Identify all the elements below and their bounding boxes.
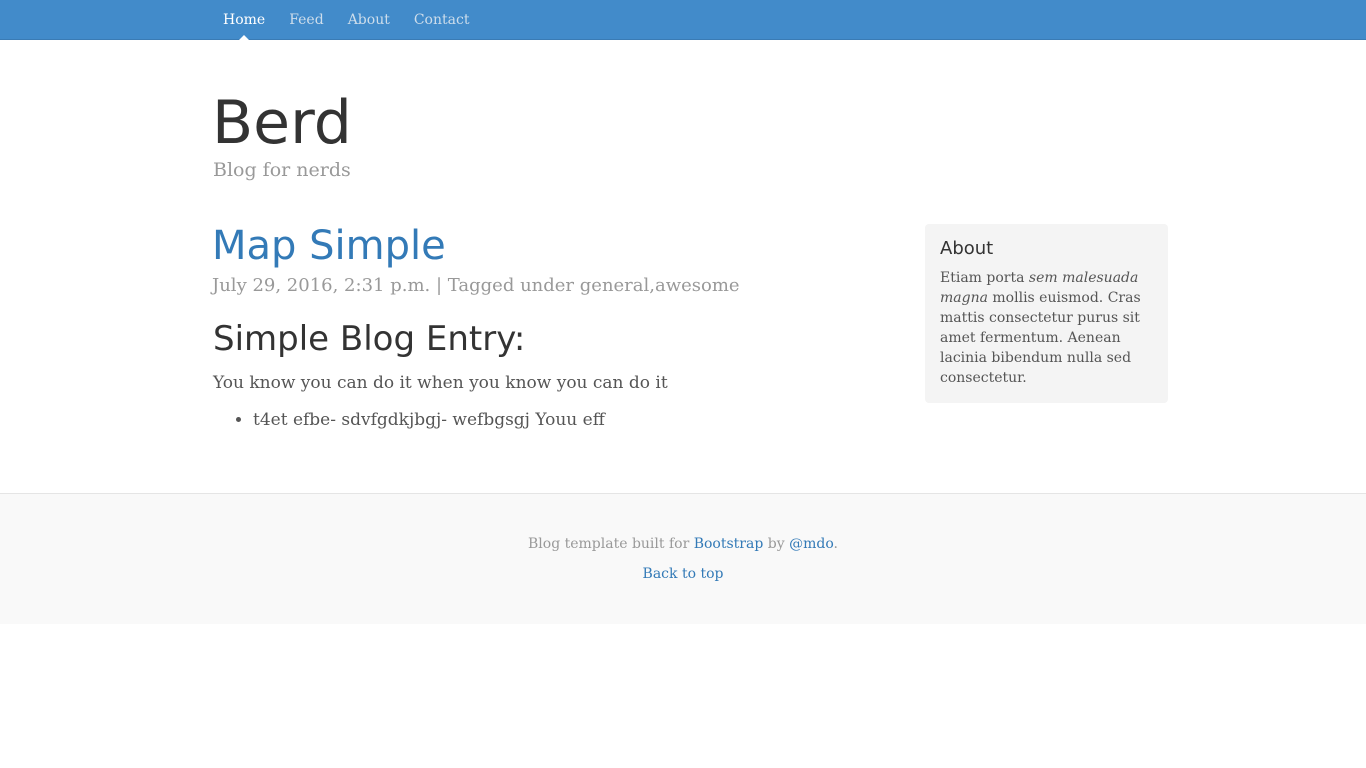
footer-credit-by: by: [763, 536, 790, 552]
nav-item-contact[interactable]: Contact: [402, 0, 482, 40]
main-nav: Home Feed About Contact: [211, 0, 481, 40]
nav-item-feed[interactable]: Feed: [277, 0, 335, 40]
entry-heading: Simple Blog Entry:: [213, 319, 526, 359]
post-meta: July 29, 2016, 2:31 p.m. | Tagged under …: [212, 273, 740, 299]
nav-item-home[interactable]: Home: [211, 0, 277, 40]
nav-item-about[interactable]: About: [336, 0, 402, 40]
footer-credit-suffix: .: [833, 536, 838, 552]
back-to-top-link[interactable]: Back to top: [643, 566, 724, 582]
author-link[interactable]: @mdo: [789, 536, 833, 552]
post-title-link[interactable]: Map Simple: [212, 220, 446, 272]
sidebar-text-start: Etiam porta: [940, 270, 1029, 286]
blog-description: Blog for nerds: [213, 159, 351, 181]
blog-title: Berd: [212, 88, 352, 158]
footer-credit-prefix: Blog template built for: [528, 536, 694, 552]
post-meta-separator: |: [435, 275, 443, 296]
page-footer: Blog template built for Bootstrap by @md…: [0, 493, 1366, 624]
sidebar-about-module: About Etiam porta sem malesuada magna mo…: [925, 224, 1168, 403]
top-navbar: Home Feed About Contact: [0, 0, 1366, 40]
entry-paragraph: You know you can do it when you know you…: [213, 373, 668, 393]
sidebar-title: About: [940, 238, 994, 259]
list-item: t4et efbe- sdvfgdkjbgj- wefbgsgj Youu ef…: [253, 407, 605, 433]
footer-back-to-top: Back to top: [0, 564, 1366, 584]
bootstrap-link[interactable]: Bootstrap: [694, 536, 764, 552]
post-tags: general,awesome: [579, 275, 740, 296]
post-date: July 29, 2016, 2:31 p.m.: [212, 275, 431, 296]
entry-list: t4et efbe- sdvfgdkjbgj- wefbgsgj Youu ef…: [213, 407, 605, 433]
sidebar-text: Etiam porta sem malesuada magna mollis e…: [940, 268, 1153, 388]
post-tagged-label: Tagged under: [447, 275, 575, 296]
footer-credit: Blog template built for Bootstrap by @md…: [0, 534, 1366, 554]
